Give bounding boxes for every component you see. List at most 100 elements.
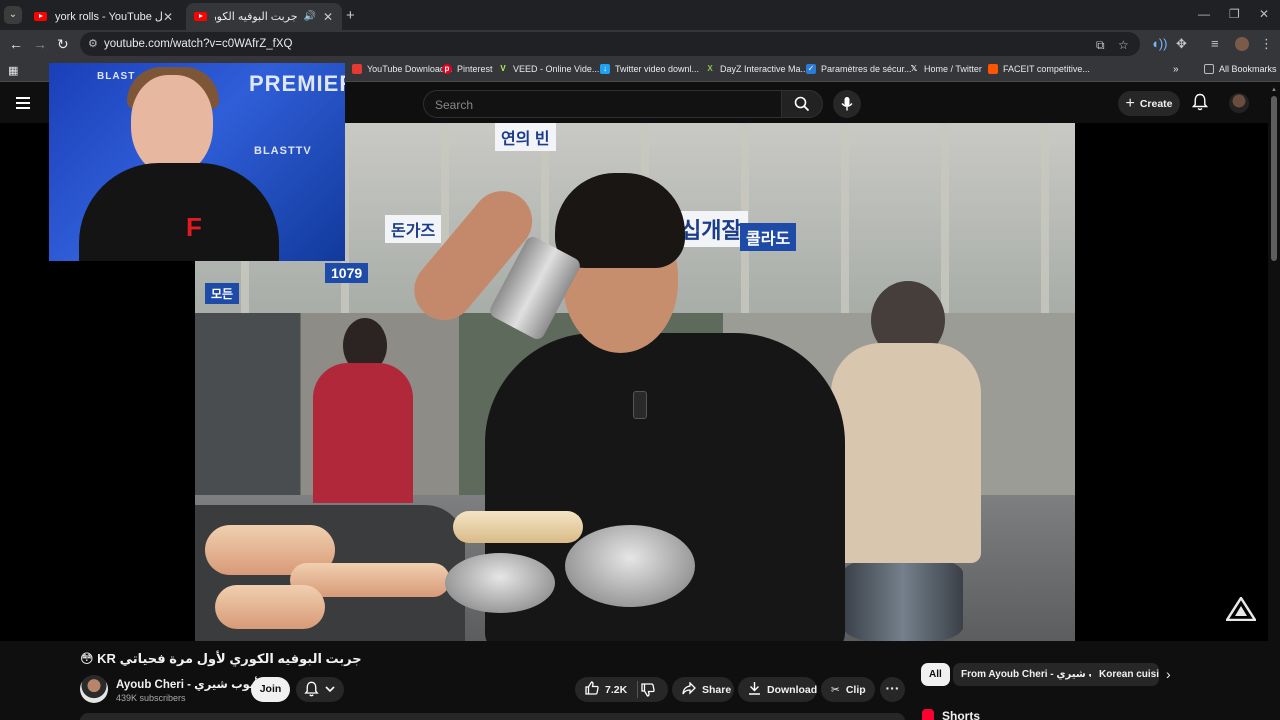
channel-name[interactable]: Ayoub Cheri - أيوب شيري xyxy=(116,679,258,691)
pip-person-face xyxy=(131,75,213,175)
new-tab-button[interactable]: + xyxy=(346,7,355,24)
share-label: Share xyxy=(702,683,732,696)
pinterest-icon: p xyxy=(442,64,452,74)
clip-label: Clip xyxy=(845,683,866,696)
tab-title: york rolls - YouTube تحدي أكل xyxy=(55,11,162,23)
video-sign: 연의 빈 xyxy=(495,123,556,151)
chip-all[interactable]: All xyxy=(921,663,950,686)
dislike-thumb-down-icon[interactable] xyxy=(641,683,655,702)
hamburger-menu-icon[interactable] xyxy=(16,97,30,109)
search-input[interactable]: Search xyxy=(423,90,781,118)
create-button[interactable]: + Create xyxy=(1118,91,1180,116)
extension-audio-icon[interactable]: ◖)) xyxy=(1151,36,1168,51)
url-text[interactable]: youtube.com/watch?v=c0WAfrZ_fXQ xyxy=(104,38,292,50)
tab-close-icon[interactable]: ✕ xyxy=(162,10,174,24)
bell-icon xyxy=(304,681,319,697)
bookmark-pinterest[interactable]: p Pinterest xyxy=(442,64,493,74)
video-person-background xyxy=(831,281,981,563)
video-bowl xyxy=(445,553,555,613)
like-thumb-up-icon[interactable] xyxy=(585,681,599,698)
window-close-icon[interactable]: ✕ xyxy=(1259,7,1269,21)
scrollbar-thumb[interactable] xyxy=(1271,96,1277,261)
description-box[interactable] xyxy=(80,713,905,720)
address-bar[interactable]: ⚙ youtube.com/watch?v=c0WAfrZ_fXQ ⧉ ☆ xyxy=(80,32,1140,56)
browser-menu-icon[interactable]: ⋮ xyxy=(1260,36,1273,52)
restore-icon[interactable]: ❐ xyxy=(1229,7,1240,21)
video-shrimp xyxy=(215,585,325,629)
more-actions-button[interactable]: ··· xyxy=(880,677,905,702)
voice-search-button[interactable] xyxy=(833,90,861,118)
apps-grid-icon[interactable]: ▦ xyxy=(8,64,18,77)
site-info-icon[interactable]: ⚙ xyxy=(88,37,98,50)
channel-watermark-icon[interactable] xyxy=(1226,597,1256,621)
scroll-up-icon[interactable]: ▲ xyxy=(1271,87,1277,93)
browser-tab-inactive[interactable]: york rolls - YouTube تحدي أكل ✕ xyxy=(26,3,182,30)
pip-overlay[interactable]: BLAST PREMIER BLASTTV F xyxy=(49,63,345,261)
shorts-logo-icon xyxy=(922,709,934,720)
all-bookmarks-folder[interactable]: All Bookmarks xyxy=(1204,64,1277,74)
bookmark-twitter-video[interactable]: ↓ Twitter video downl... xyxy=(600,64,699,74)
x-icon: 𝕏 xyxy=(910,64,918,73)
channel-avatar[interactable] xyxy=(80,675,108,703)
chevron-right-icon[interactable]: › xyxy=(1166,666,1171,682)
like-count[interactable]: 7.2K xyxy=(605,684,627,696)
notifications-bell-icon[interactable] xyxy=(1192,93,1208,111)
veed-icon: V xyxy=(500,64,506,73)
search-button[interactable] xyxy=(781,90,823,118)
bookmark-star-icon[interactable]: ☆ xyxy=(1118,38,1129,52)
chip-korean-cuisine[interactable]: Korean cuisi xyxy=(1091,663,1159,686)
download-button[interactable]: Download xyxy=(738,677,817,702)
forward-arrow-icon[interactable]: → xyxy=(33,36,47,52)
install-app-icon[interactable]: ⧉ xyxy=(1096,38,1105,53)
plus-icon: + xyxy=(1125,94,1135,112)
pip-sponsor-text: BLAST xyxy=(97,71,136,82)
chevron-down-icon xyxy=(325,686,335,693)
faze-logo-icon: F xyxy=(186,212,202,242)
back-arrow-icon[interactable]: ← xyxy=(9,36,23,52)
video-title: جربت البوفيه الكوري لأول مرة فحياتي KR 😳 xyxy=(80,651,362,666)
scissors-icon: ✂ xyxy=(831,683,840,696)
profile-avatar[interactable] xyxy=(1235,37,1249,51)
join-button[interactable]: Join xyxy=(251,677,290,702)
pip-person-body xyxy=(79,163,279,261)
shorts-heading: Shorts xyxy=(922,709,980,720)
bookmarks-overflow-icon[interactable]: » xyxy=(1173,64,1179,75)
bookmark-label: Home / Twitter xyxy=(924,64,982,74)
channel-name-row[interactable]: Ayoub Cheri - أيوب شيري✓ xyxy=(116,677,273,691)
dayz-icon: X xyxy=(707,64,713,73)
extensions-puzzle-icon[interactable]: ✥ xyxy=(1176,36,1187,52)
create-label: Create xyxy=(1139,97,1173,110)
video-person-background xyxy=(303,318,413,503)
bookmark-veed[interactable]: V VEED - Online Vide... xyxy=(498,64,599,74)
search-icon xyxy=(794,96,810,112)
clip-button[interactable]: ✂ Clip xyxy=(821,677,875,702)
share-button[interactable]: Share xyxy=(672,677,734,702)
bookmark-faceit[interactable]: FACEIT competitive... xyxy=(988,64,1090,74)
tab-search-button[interactable]: ⌄ xyxy=(4,6,22,24)
youtube-favicon-icon xyxy=(194,12,207,21)
reading-list-icon[interactable]: ≡ xyxy=(1211,36,1219,51)
bookmark-label: Paramètres de sécur... xyxy=(821,64,912,74)
minimize-icon[interactable]: — xyxy=(1198,7,1210,21)
browser-tab-strip: ⌄ york rolls - YouTube تحدي أكل ✕ جربت ا… xyxy=(0,0,1280,30)
bookmark-dayz[interactable]: X DayZ Interactive Ma... xyxy=(705,64,808,74)
reload-icon[interactable]: ↻ xyxy=(57,36,69,53)
subscribed-notifications-button[interactable] xyxy=(296,677,344,702)
download-label: Download xyxy=(767,683,818,696)
bookmark-label: YouTube Download... xyxy=(367,64,453,74)
video-sign: 1079 xyxy=(325,263,369,283)
video-sign: 돈가즈 xyxy=(385,215,442,243)
bookmark-microsoft[interactable]: ✓ Paramètres de sécur... xyxy=(806,64,912,74)
all-bookmarks-label: All Bookmarks xyxy=(1219,64,1277,74)
share-arrow-icon xyxy=(682,680,696,698)
video-lapel-mic xyxy=(633,391,647,419)
tab-close-icon[interactable]: ✕ xyxy=(322,10,334,24)
audio-playing-icon[interactable]: 🔊 xyxy=(304,11,316,22)
account-avatar[interactable] xyxy=(1229,93,1249,113)
bookmark-label: DayZ Interactive Ma... xyxy=(720,64,809,74)
bookmark-youtube-download[interactable]: YouTube Download... xyxy=(352,64,452,74)
browser-tab-active[interactable]: جربت البوفيه الكوري لأول مرة 🔊 ✕ xyxy=(186,3,342,30)
search-placeholder: Search xyxy=(435,98,474,112)
bookmark-twitter-home[interactable]: 𝕏 Home / Twitter xyxy=(909,64,982,74)
bookmark-label: Twitter video downl... xyxy=(615,64,700,74)
